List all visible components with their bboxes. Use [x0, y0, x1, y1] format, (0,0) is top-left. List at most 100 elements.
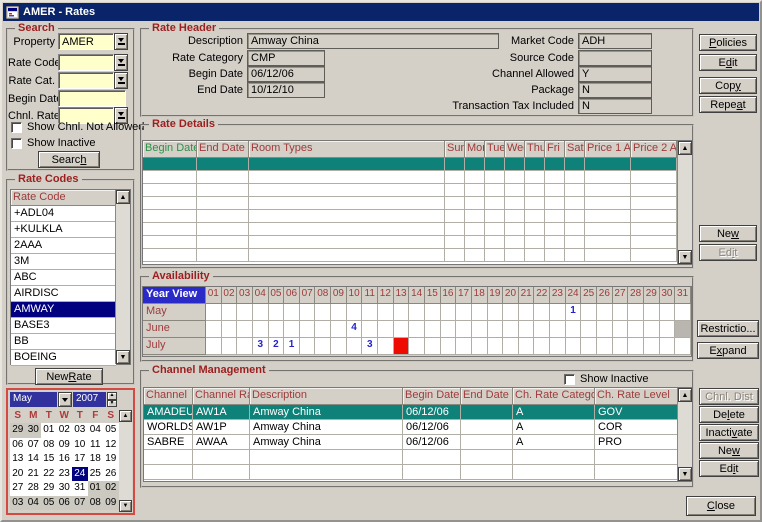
availability-cell[interactable]: [206, 304, 222, 321]
calendar-day[interactable]: 27: [10, 481, 26, 496]
calendar-day[interactable]: 18: [88, 452, 104, 467]
calendar-day[interactable]: 07: [26, 438, 42, 453]
availability-cell[interactable]: [613, 338, 629, 355]
calendar-day[interactable]: 26: [103, 467, 119, 482]
calendar-day[interactable]: 01: [88, 481, 104, 496]
scroll-down-button[interactable]: ▼: [678, 250, 692, 264]
rate-code-item[interactable]: AMWAY: [11, 302, 116, 318]
rate-details-row[interactable]: [143, 184, 692, 197]
rate-details-row[interactable]: [143, 223, 692, 236]
rate-details-row[interactable]: [143, 249, 692, 262]
availability-cell[interactable]: [644, 321, 660, 338]
calendar-day[interactable]: 01: [41, 423, 57, 438]
availability-cell[interactable]: [628, 338, 644, 355]
availability-cell[interactable]: [628, 321, 644, 338]
rate-cat-lov-button[interactable]: [114, 72, 128, 89]
availability-cell[interactable]: [315, 304, 331, 321]
calendar-day[interactable]: 09: [57, 438, 73, 453]
calendar-day[interactable]: 30: [26, 423, 42, 438]
calendar-scrollbar[interactable]: ▲ ▼: [119, 410, 132, 512]
calendar-day[interactable]: 06: [10, 438, 26, 453]
availability-cell[interactable]: [331, 338, 347, 355]
availability-cell[interactable]: [378, 304, 394, 321]
calendar-day[interactable]: 08: [88, 496, 104, 511]
scroll-track[interactable]: [678, 402, 692, 467]
availability-cell[interactable]: [425, 321, 441, 338]
channel-scrollbar[interactable]: ▲ ▼: [677, 388, 692, 481]
year-view-cell[interactable]: Year View: [143, 287, 206, 304]
availability-cell[interactable]: [675, 321, 691, 338]
expand-button[interactable]: Expand: [697, 342, 759, 359]
show-inactive-channel-checkbox[interactable]: Show Inactive: [562, 373, 650, 385]
availability-cell[interactable]: [519, 304, 535, 321]
availability-cell[interactable]: [550, 321, 566, 338]
show-chnl-not-allowed-checkbox[interactable]: Show Chnl. Not Allowed: [11, 121, 144, 133]
calendar-year-spinner[interactable]: ▲ ▼: [107, 392, 117, 407]
availability-cell[interactable]: [472, 304, 488, 321]
availability-cell[interactable]: [581, 338, 597, 355]
availability-cell[interactable]: [300, 321, 316, 338]
availability-cell[interactable]: [472, 338, 488, 355]
availability-cell[interactable]: 1: [566, 304, 582, 321]
calendar-day[interactable]: 03: [72, 423, 88, 438]
scroll-up-button[interactable]: ▲: [116, 190, 130, 204]
property-lov-button[interactable]: [114, 33, 128, 50]
availability-cell[interactable]: [394, 304, 410, 321]
availability-cell[interactable]: [331, 321, 347, 338]
availability-cell[interactable]: [206, 321, 222, 338]
calendar-day[interactable]: 17: [72, 452, 88, 467]
calendar-day[interactable]: 24: [72, 467, 88, 482]
availability-cell[interactable]: [456, 304, 472, 321]
new-rate-button[interactable]: New Rate: [35, 368, 103, 385]
availability-cell[interactable]: [347, 338, 363, 355]
calendar-day[interactable]: 28: [26, 481, 42, 496]
availability-cell[interactable]: [456, 321, 472, 338]
availability-cell[interactable]: [378, 321, 394, 338]
checkbox-box[interactable]: [564, 374, 575, 385]
availability-cell[interactable]: [503, 338, 519, 355]
scroll-up-button[interactable]: ▲: [119, 410, 132, 422]
availability-cell[interactable]: [425, 338, 441, 355]
show-inactive-search-checkbox[interactable]: Show Inactive: [11, 137, 95, 149]
title-bar[interactable]: AMER - Rates: [3, 3, 759, 21]
availability-cell[interactable]: [315, 321, 331, 338]
calendar-day[interactable]: 03: [10, 496, 26, 511]
repeat-button[interactable]: Repeat: [699, 96, 757, 113]
availability-cell[interactable]: [488, 321, 504, 338]
begin-date-input[interactable]: [58, 90, 126, 107]
calendar-day[interactable]: 16: [57, 452, 73, 467]
calendar-day[interactable]: 21: [26, 467, 42, 482]
availability-cell[interactable]: [597, 338, 613, 355]
availability-cell[interactable]: [472, 321, 488, 338]
spin-up-icon[interactable]: ▲: [107, 392, 117, 400]
calendar-day[interactable]: 09: [103, 496, 119, 511]
scroll-track[interactable]: [678, 155, 692, 250]
availability-cell[interactable]: [550, 338, 566, 355]
rate-code-item[interactable]: 3M: [11, 254, 116, 270]
availability-cell[interactable]: [644, 338, 660, 355]
availability-cell[interactable]: [613, 304, 629, 321]
availability-cell[interactable]: [597, 304, 613, 321]
availability-cell[interactable]: [394, 338, 410, 355]
rate-details-row[interactable]: [143, 236, 692, 249]
availability-cell[interactable]: [441, 304, 457, 321]
calendar-day[interactable]: 15: [41, 452, 57, 467]
availability-cell[interactable]: [347, 304, 363, 321]
calendar-month-select[interactable]: May: [10, 392, 57, 407]
availability-cell[interactable]: 4: [347, 321, 363, 338]
availability-cell[interactable]: [253, 321, 269, 338]
calendar-day[interactable]: 08: [41, 438, 57, 453]
checkbox-box[interactable]: [11, 122, 22, 133]
availability-cell[interactable]: [519, 338, 535, 355]
calendar-day[interactable]: 23: [57, 467, 73, 482]
rate-code-item[interactable]: BB: [11, 334, 116, 350]
rate-code-item[interactable]: BASE3: [11, 318, 116, 334]
calendar-day[interactable]: 12: [103, 438, 119, 453]
availability-cell[interactable]: [206, 338, 222, 355]
calendar-day[interactable]: 13: [10, 452, 26, 467]
rate-details-row[interactable]: [143, 158, 692, 171]
availability-cell[interactable]: [534, 321, 550, 338]
availability-cell[interactable]: [362, 304, 378, 321]
close-button[interactable]: Close: [686, 496, 756, 516]
calendar-day[interactable]: 02: [103, 481, 119, 496]
